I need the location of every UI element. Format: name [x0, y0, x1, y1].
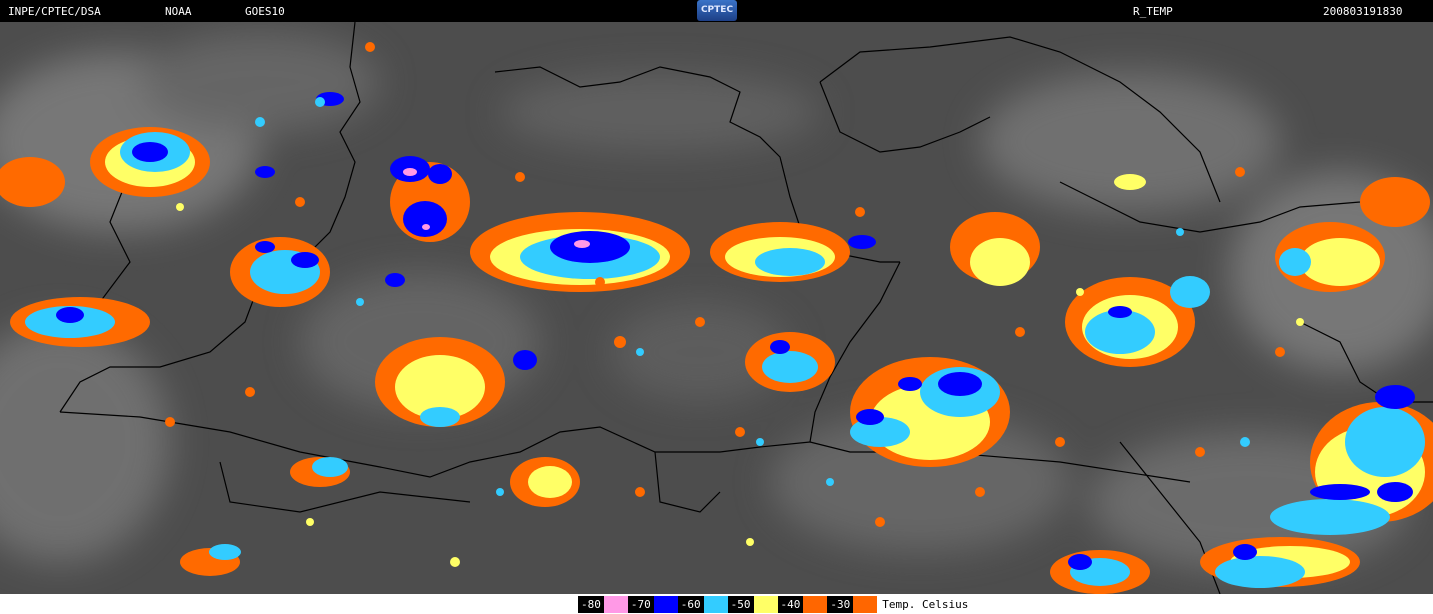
legend-swatch: [753, 596, 778, 613]
legend-label: -80: [578, 596, 604, 613]
legend-label: -60: [677, 596, 704, 613]
product-label: R_TEMP: [1133, 5, 1173, 18]
legend-swatch: [653, 596, 678, 613]
legend-swatch: [603, 596, 628, 613]
timestamp-label: 200803191830: [1323, 5, 1403, 18]
legend-label: -50: [727, 596, 754, 613]
agency-label: NOAA: [165, 5, 192, 18]
legend-swatch: [803, 596, 828, 613]
legend-row: -80 -70 -60 -50 -40 -30 Temp. Celsius: [578, 596, 968, 613]
temperature-legend: -80 -70 -60 -50 -40 -30 Temp. Celsius: [0, 594, 1433, 614]
satellite-label: GOES10: [245, 5, 285, 18]
cptec-logo: CPTEC: [697, 0, 737, 21]
legend-swatch: [703, 596, 728, 613]
header-bar: INPE/CPTEC/DSA NOAA GOES10 CPTEC R_TEMP …: [0, 0, 1433, 22]
legend-label: -70: [627, 596, 654, 613]
source-label: INPE/CPTEC/DSA: [8, 5, 101, 18]
map-canvas: [0, 22, 1433, 594]
legend-label: -40: [777, 596, 804, 613]
satellite-map: [0, 22, 1433, 594]
legend-label: -30: [827, 596, 854, 613]
legend-swatch: [853, 596, 878, 613]
legend-title: Temp. Celsius: [882, 598, 969, 611]
